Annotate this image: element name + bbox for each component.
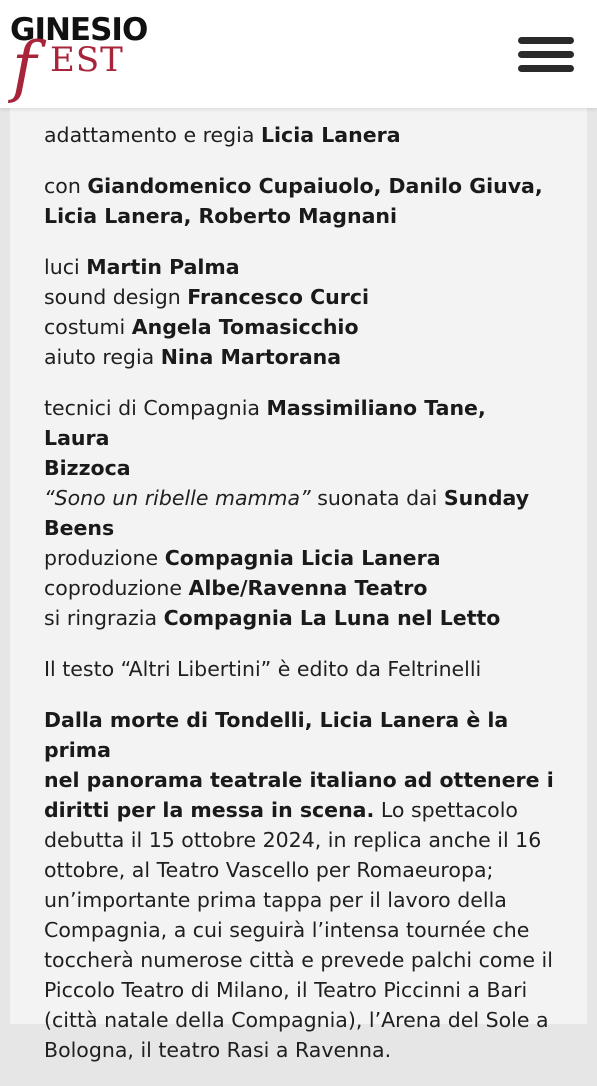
description-text: Compagnia, a cui seguirà l’intensa tourn… <box>44 918 530 942</box>
ginesio-fest-logo[interactable]: GINESIO f EST <box>8 10 148 105</box>
description-text: Piccolo Teatro di Milano, il Teatro Picc… <box>44 978 528 1002</box>
article-content: adattamento e regia Licia Lanera con Gia… <box>10 108 587 1062</box>
credit-label: si ringrazia <box>44 606 158 630</box>
credit-name: Compagnia Licia Lanera <box>164 546 441 570</box>
menu-bar-middle <box>518 51 574 58</box>
description-text: ottobre, al Teatro Vascello per Romaeuro… <box>44 858 494 882</box>
publisher-note: Il testo “Altri Libertini” è edito da Fe… <box>44 657 482 681</box>
site-header: GINESIO f EST <box>0 0 597 108</box>
description-text: Lo spettacolo <box>380 798 518 822</box>
credit-label: sound design <box>44 285 181 309</box>
logo-est-text: EST <box>50 40 124 80</box>
credit-technical-group: luci Martin Palma sound design Francesco… <box>44 252 554 372</box>
credit-name: Francesco Curci <box>187 285 370 309</box>
credit-label: suonata dai <box>317 486 438 510</box>
credit-name: Albe/Ravenna Teatro <box>188 576 428 600</box>
credit-label: adattamento e regia <box>44 123 255 147</box>
song-title: “Sono un ribelle mamma” <box>44 486 311 510</box>
credit-label: aiuto regia <box>44 345 155 369</box>
credit-label: coproduzione <box>44 576 182 600</box>
credit-adattamento: adattamento e regia Licia Lanera <box>44 120 554 150</box>
credit-name: Angela Tomasicchio <box>131 315 359 339</box>
credit-name: Beens <box>44 516 115 540</box>
description-text: debutta il 15 ottobre 2024, in replica a… <box>44 828 542 852</box>
description-text: (città natale della Compagnia), l’Arena … <box>44 1008 549 1032</box>
description-paragraph: Dalla morte di Tondelli, Licia Lanera è … <box>44 705 554 1065</box>
credit-label: costumi <box>44 315 126 339</box>
credit-name: Giandomenico Cupaiuolo, Danilo Giuva, <box>87 174 543 198</box>
credit-cast: con Giandomenico Cupaiuolo, Danilo Giuva… <box>44 171 554 231</box>
credit-name: Bizzoca <box>44 456 131 480</box>
description-bold: diritti per la messa in scena. <box>44 798 375 822</box>
description-text: toccherà numerose città e prevede palchi… <box>44 948 553 972</box>
credit-name: Martin Palma <box>86 255 240 279</box>
menu-bar-bottom <box>518 65 574 72</box>
credit-name: Licia Lanera, Roberto Magnani <box>44 204 398 228</box>
description-bold: Dalla morte di Tondelli, Licia Lanera è … <box>44 708 509 762</box>
credit-name: Nina Martorana <box>160 345 342 369</box>
credit-name: Licia Lanera <box>260 123 401 147</box>
logo-f-letter: f <box>12 28 37 105</box>
hamburger-menu-icon[interactable] <box>515 35 577 73</box>
description-bold: nel panorama teatrale italiano ad ottene… <box>44 768 554 792</box>
credit-name: Compagnia La Luna nel Letto <box>163 606 501 630</box>
article-text: adattamento e regia Licia Lanera con Gia… <box>44 120 554 1086</box>
credit-label: luci <box>44 255 80 279</box>
credit-label: tecnici di Compagnia <box>44 396 260 420</box>
credit-label: produzione <box>44 546 159 570</box>
description-text: un’importante prima tappa per il lavoro … <box>44 888 507 912</box>
menu-bar-top <box>518 37 574 44</box>
credit-production-group: tecnici di Compagnia Massimiliano Tane, … <box>44 393 554 633</box>
description-text: Bologna, il teatro Rasi a Ravenna. <box>44 1038 392 1062</box>
credit-name: Sunday <box>443 486 530 510</box>
credit-label: con <box>44 174 81 198</box>
